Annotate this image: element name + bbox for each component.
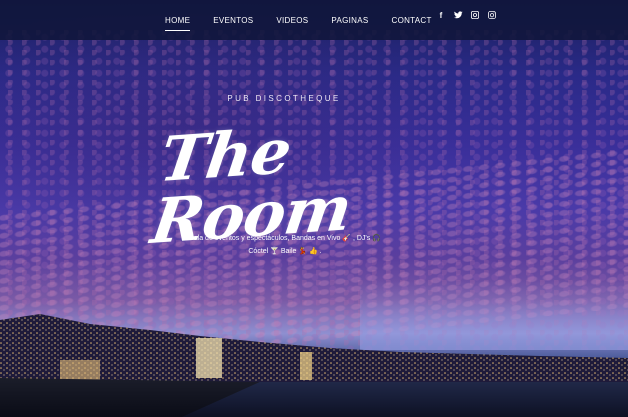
facebook-icon[interactable]: f bbox=[436, 10, 446, 20]
instagram-icon[interactable] bbox=[487, 10, 497, 20]
nav-eventos[interactable]: EVENTOS bbox=[213, 16, 253, 25]
twitter-icon[interactable] bbox=[453, 10, 463, 20]
hero-tagline: Sala de eventos y espectáculos, Bandas e… bbox=[160, 232, 410, 258]
tagline-line-2: Cóctel 🍸 Baile 💃 👍 . bbox=[248, 248, 322, 255]
nav-paginas[interactable]: PAGINAS bbox=[331, 16, 368, 25]
nav-videos[interactable]: VIDEOS bbox=[276, 16, 308, 25]
tagline-line-1: Sala de eventos y espectáculos, Bandas e… bbox=[189, 235, 381, 242]
gplus-icon[interactable] bbox=[470, 10, 480, 20]
hero-eyebrow: PUB DISCOTHEQUE bbox=[227, 94, 341, 103]
nav-home[interactable]: HOME bbox=[165, 16, 191, 31]
social-links: f bbox=[436, 10, 497, 20]
nav-contact[interactable]: CONTACT bbox=[392, 16, 432, 25]
brand-logo: The Room bbox=[147, 104, 420, 258]
main-menu: HOME EVENTOS VIDEOS PAGINAS CONTACT bbox=[165, 0, 455, 40]
top-navbar: HOME EVENTOS VIDEOS PAGINAS CONTACT f bbox=[0, 0, 628, 40]
